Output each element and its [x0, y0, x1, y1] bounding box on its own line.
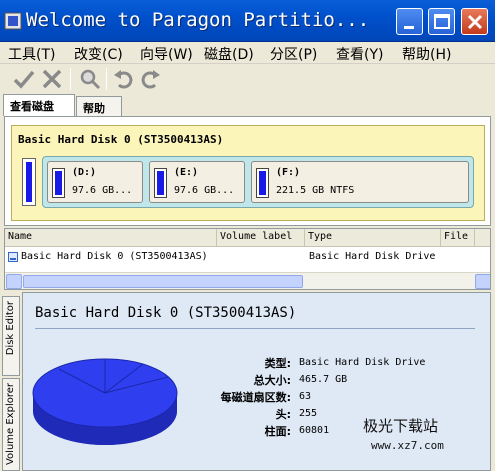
apply-checkmark-icon[interactable]: [12, 67, 36, 91]
magnifier-icon[interactable]: [78, 67, 102, 91]
prop-sectors-per-track-value: 63: [299, 391, 312, 402]
prop-total-size-value: 465.7 GB: [299, 374, 348, 385]
maximize-button[interactable]: [428, 8, 455, 35]
watermark-text: 极光下载站: [363, 417, 439, 435]
view-tabs: 查看磁盘 帮助: [0, 94, 495, 116]
partition-name: (D:): [72, 167, 97, 178]
partition-size: 97.6 GB...: [174, 185, 235, 196]
menu-wizards[interactable]: 向导(W): [140, 44, 193, 64]
partition-f[interactable]: (F:) 221.5 GB NTFS: [251, 161, 469, 203]
menu-bar: 工具(T) 改变(C) 向导(W) 磁盘(D) 分区(P) 查看(Y) 帮助(H…: [0, 42, 495, 64]
undo-icon[interactable]: [112, 67, 136, 91]
watermark-url: www.xz7.com: [371, 439, 444, 452]
partition-name: (F:): [276, 167, 301, 178]
partition-usage-bar: [256, 168, 269, 198]
scroll-right-arrow-icon[interactable]: [475, 274, 490, 289]
menu-view[interactable]: 查看(Y): [336, 44, 383, 64]
partition-name: (E:): [174, 167, 199, 178]
prop-heads-value: 255: [299, 408, 318, 419]
column-volume-label[interactable]: Volume label: [217, 229, 305, 247]
partition-usage-bar: [154, 168, 167, 198]
menu-help[interactable]: 帮助(H): [402, 44, 451, 64]
minimize-button[interactable]: [396, 8, 423, 35]
details-divider: [35, 328, 475, 329]
prop-cylinders-label: 柱面:: [264, 425, 291, 438]
partition-e[interactable]: (E:) 97.6 GB...: [149, 161, 245, 203]
toolbar: [0, 64, 495, 94]
close-button[interactable]: [461, 8, 488, 35]
tab-view-disks[interactable]: 查看磁盘: [3, 94, 75, 116]
partition-usage-bar: [52, 168, 65, 198]
app-icon: [4, 12, 22, 30]
tab-disk-editor-label: Disk Editor: [5, 301, 16, 356]
discard-x-icon[interactable]: [40, 67, 64, 91]
disk-map[interactable]: Basic Hard Disk 0 (ST3500413AS) (D:) 97.…: [11, 125, 485, 221]
scroll-thumb[interactable]: [23, 275, 303, 288]
tab-volume-explorer[interactable]: Volume Explorer: [2, 378, 20, 471]
prop-total-size-label: 总大小:: [253, 374, 291, 387]
tab-volume-explorer-label: Volume Explorer: [5, 383, 16, 466]
close-icon: [467, 14, 483, 30]
toolbar-separator: [70, 68, 71, 90]
toolbar-separator: [106, 68, 107, 90]
prop-sectors-per-track-label: 每磁道扇区数:: [220, 391, 291, 404]
title-bar: Welcome to Paragon Partitio...: [0, 0, 495, 42]
header-scroll-stub: [475, 229, 490, 247]
disk-list: Name Volume label Type File Basic Hard D…: [4, 228, 491, 290]
window-title: Welcome to Paragon Partitio...: [26, 9, 370, 31]
row-name: Basic Hard Disk 0 (ST3500413AS): [21, 251, 208, 262]
tab-help[interactable]: 帮助: [76, 96, 122, 116]
tab-disk-editor[interactable]: Disk Editor: [2, 296, 20, 376]
disk-map-panel: Basic Hard Disk 0 (ST3500413AS) (D:) 97.…: [4, 116, 491, 226]
column-type[interactable]: Type: [305, 229, 441, 247]
disk-details-panel: Basic Hard Disk 0 (ST3500413AS) 类型: Basi…: [22, 292, 491, 471]
horizontal-scrollbar[interactable]: [5, 272, 490, 289]
prop-type-value: Basic Hard Disk Drive: [299, 357, 426, 368]
side-tabs: Disk Editor Volume Explorer: [0, 292, 22, 471]
prop-heads-label: 头:: [275, 408, 291, 421]
table-row[interactable]: Basic Hard Disk 0 (ST3500413AS) Basic Ha…: [5, 249, 490, 265]
row-type: Basic Hard Disk Drive: [309, 251, 436, 262]
partition-size: 97.6 GB...: [72, 185, 133, 196]
partition-strip: (D:) 97.6 GB... (E:) 97.6 GB... (F:) 221…: [42, 156, 474, 208]
details-title: Basic Hard Disk 0 (ST3500413AS): [35, 305, 297, 321]
prop-type-label: 类型:: [264, 357, 291, 370]
partition-d[interactable]: (D:) 97.6 GB...: [47, 161, 143, 203]
column-file[interactable]: File: [441, 229, 475, 247]
menu-changes[interactable]: 改变(C): [74, 44, 123, 64]
redo-icon[interactable]: [138, 67, 162, 91]
minimize-icon: [404, 26, 414, 29]
maximize-icon: [434, 14, 450, 29]
menu-disk[interactable]: 磁盘(D): [204, 44, 254, 64]
disk-map-label: Basic Hard Disk 0 (ST3500413AS): [18, 133, 224, 146]
list-header: Name Volume label Type File: [5, 229, 490, 247]
hard-disk-icon: [8, 252, 18, 262]
disk-usage-bar: [22, 158, 36, 206]
menu-partition[interactable]: 分区(P): [270, 44, 317, 64]
menu-tools[interactable]: 工具(T): [8, 44, 55, 64]
column-name[interactable]: Name: [5, 229, 217, 247]
scroll-left-arrow-icon[interactable]: [6, 274, 22, 289]
prop-cylinders-value: 60801: [299, 425, 330, 436]
partition-size: 221.5 GB NTFS: [276, 185, 355, 196]
